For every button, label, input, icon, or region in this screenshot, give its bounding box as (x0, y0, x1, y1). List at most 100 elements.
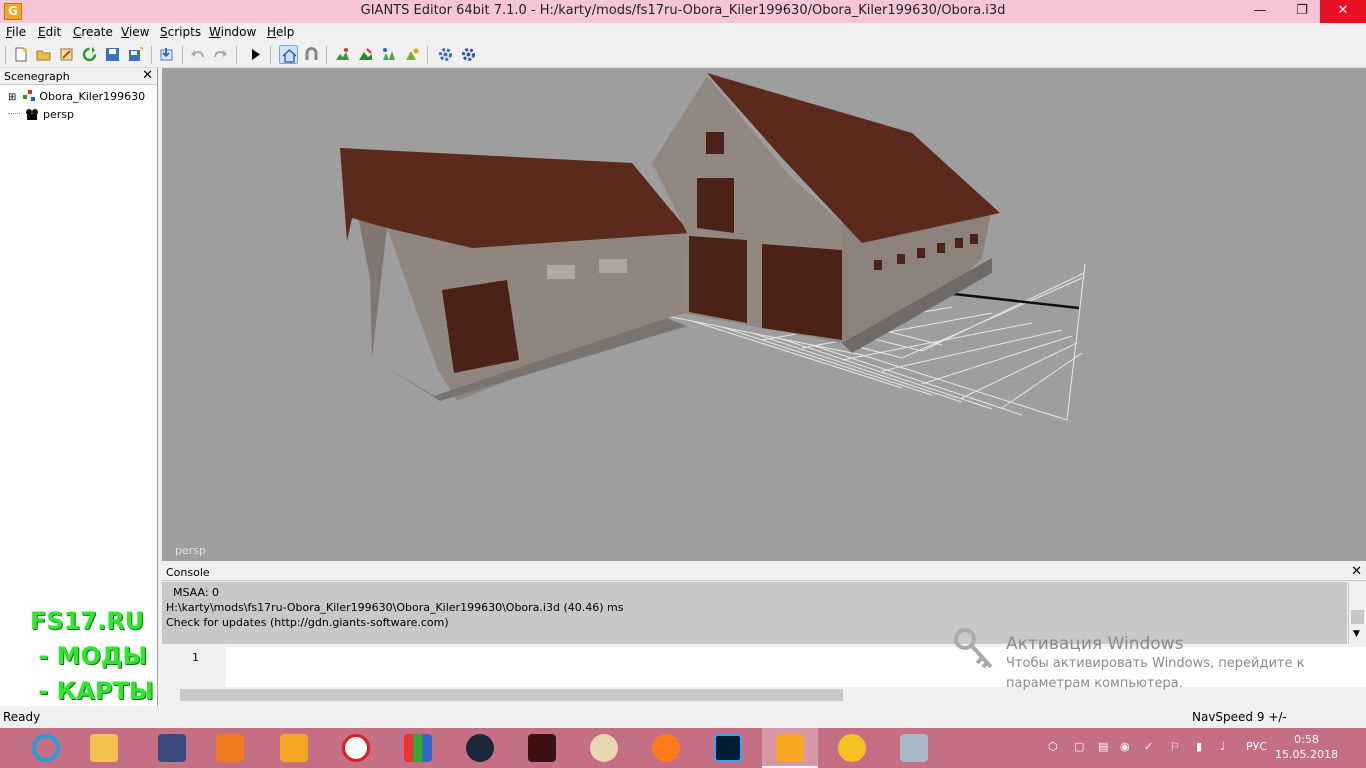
network-icon[interactable]: ▤ (1098, 740, 1108, 753)
edit-file-icon[interactable] (57, 45, 76, 64)
play-icon[interactable] (246, 45, 265, 64)
barn-loft-window (706, 132, 724, 154)
security-icon[interactable]: ✓ (1144, 740, 1153, 753)
menu-scripts[interactable]: Scripts (160, 25, 201, 39)
menu-edit[interactable]: Edit (38, 25, 61, 39)
cloud-app-icon[interactable] (824, 728, 880, 768)
activation-line: Чтобы активировать Windows, перейдите к (1006, 656, 1305, 671)
language-indicator[interactable]: РУС (1246, 740, 1267, 753)
console-scrollbar[interactable]: ▼ (1348, 582, 1366, 644)
camera-icon (25, 109, 38, 120)
watermark-line: FS17.RU (30, 607, 145, 635)
menu-scripts-label: cripts (167, 25, 202, 39)
menu-help-mnemonic: H (267, 25, 277, 39)
battery-icon[interactable]: ▮ (1196, 740, 1202, 753)
toolbar-separator (182, 46, 183, 64)
tree-expand-icon[interactable]: ⊞ (8, 92, 16, 103)
nav-speed: NavSpeed 9 +/- (1192, 710, 1287, 724)
app-9-icon[interactable] (514, 728, 570, 768)
left-wing-door (442, 280, 519, 373)
camera-label: persp (175, 544, 206, 557)
close-button[interactable]: ✕ (1320, 0, 1366, 23)
3d-viewport[interactable]: persp (162, 68, 1366, 561)
toolbar-separator (151, 46, 152, 64)
restore-button[interactable]: ❐ (1288, 0, 1316, 23)
line-number: 1 (162, 647, 226, 687)
giants-editor-taskbar-icon[interactable] (762, 728, 818, 768)
tray-app-icon[interactable]: ▢ (1074, 740, 1084, 753)
menu-file-label: ile (12, 25, 27, 39)
save-icon[interactable] (103, 45, 122, 64)
grid-axis-line (944, 291, 1080, 310)
menu-edit-label: dit (45, 25, 62, 39)
menu-create[interactable]: Create (73, 25, 113, 39)
snap-magnet-icon[interactable] (302, 45, 321, 64)
menu-create-label: reate (81, 25, 113, 39)
minimize-button[interactable]: — (1246, 0, 1274, 23)
scroll-down-icon[interactable]: ▼ (1353, 629, 1360, 639)
photoshop-icon[interactable] (700, 728, 756, 768)
scenegraph-close-button[interactable]: ✕ (142, 68, 153, 83)
terrain-sculpt-icon[interactable] (356, 45, 375, 64)
toolbar-separator (236, 46, 237, 64)
placement-icon[interactable] (402, 45, 421, 64)
toolbar-separator (427, 46, 428, 64)
reload-icon[interactable] (80, 45, 99, 64)
tree-item-persp[interactable]: persp (8, 108, 74, 124)
internet-explorer-icon[interactable] (18, 728, 74, 768)
steam-tray-icon[interactable]: ◉ (1120, 740, 1130, 753)
notifications-icon[interactable]: ⚐ (1170, 740, 1180, 753)
paint-icon[interactable] (576, 728, 632, 768)
menu-help[interactable]: Help (267, 25, 294, 39)
console-scroll-thumb[interactable] (1351, 610, 1364, 624)
undo-icon[interactable] (188, 45, 207, 64)
file-explorer-icon[interactable] (76, 728, 132, 768)
activation-line: параметрам компьютера. (1006, 676, 1183, 691)
watermark-line: - МОДЫ (30, 642, 148, 670)
menu-window[interactable]: Window (209, 25, 256, 39)
menu-bar: File Edit Create View Scripts Window Hel… (0, 23, 1366, 42)
settings-gear-icon[interactable] (436, 45, 455, 64)
redo-icon[interactable] (211, 45, 230, 64)
app-3-icon[interactable] (144, 728, 200, 768)
menu-window-mnemonic: W (209, 25, 221, 39)
yandex-browser-icon[interactable] (328, 728, 384, 768)
left-wing-window (547, 265, 575, 279)
clock-date: 15.05.2018 (1275, 748, 1338, 761)
toolbar-separator (326, 46, 327, 64)
tree-item-label: Obora_Kiler199630 (39, 90, 146, 103)
foliage-paint-icon[interactable] (379, 45, 398, 64)
tree-item-obora[interactable]: ⊞ Obora_Kiler199630 (8, 90, 145, 106)
system-monitor-icon[interactable] (886, 728, 942, 768)
firefox-icon[interactable] (638, 728, 694, 768)
clock[interactable]: 0:58 15.05.2018 (1275, 732, 1338, 762)
media-player-icon[interactable] (202, 728, 258, 768)
console-close-button[interactable]: ✕ (1351, 564, 1362, 579)
transform-group-icon (22, 90, 35, 101)
console-header: Console ✕ (162, 564, 1366, 581)
volume-icon[interactable]: ♩ (1220, 740, 1225, 753)
shield-icon[interactable]: ⬡ (1048, 740, 1058, 753)
menu-view[interactable]: View (121, 25, 149, 39)
console-line: Check for updates (http://gdn.giants-sof… (166, 616, 449, 629)
save-as-icon[interactable] (126, 45, 145, 64)
menu-view-label: iew (128, 25, 150, 39)
taskbar: ⬡ ▢ ▤ ◉ ✓ ⚐ ▮ ♩ РУС 0:58 15.05.2018 (0, 728, 1366, 768)
giants-editor-pinned-icon[interactable] (266, 728, 322, 768)
import-icon[interactable] (157, 45, 176, 64)
toolbar-separator (270, 46, 271, 64)
new-file-icon[interactable] (11, 45, 30, 64)
menu-file[interactable]: File (6, 25, 26, 39)
key-icon (954, 628, 993, 669)
horizontal-scroll-thumb[interactable] (180, 689, 843, 701)
window-title: GIANTS Editor 64bit 7.1.0 - H:/karty/mod… (360, 3, 1006, 18)
render-settings-icon[interactable] (459, 45, 478, 64)
menu-view-mnemonic: V (121, 25, 129, 39)
rubiks-cube-icon[interactable] (390, 728, 446, 768)
tree-item-label: persp (43, 108, 74, 121)
steam-icon[interactable] (452, 728, 508, 768)
tree-connector (8, 113, 20, 114)
open-file-icon[interactable] (34, 45, 53, 64)
home-camera-icon[interactable] (279, 45, 298, 64)
terrain-paint-icon[interactable] (333, 45, 352, 64)
